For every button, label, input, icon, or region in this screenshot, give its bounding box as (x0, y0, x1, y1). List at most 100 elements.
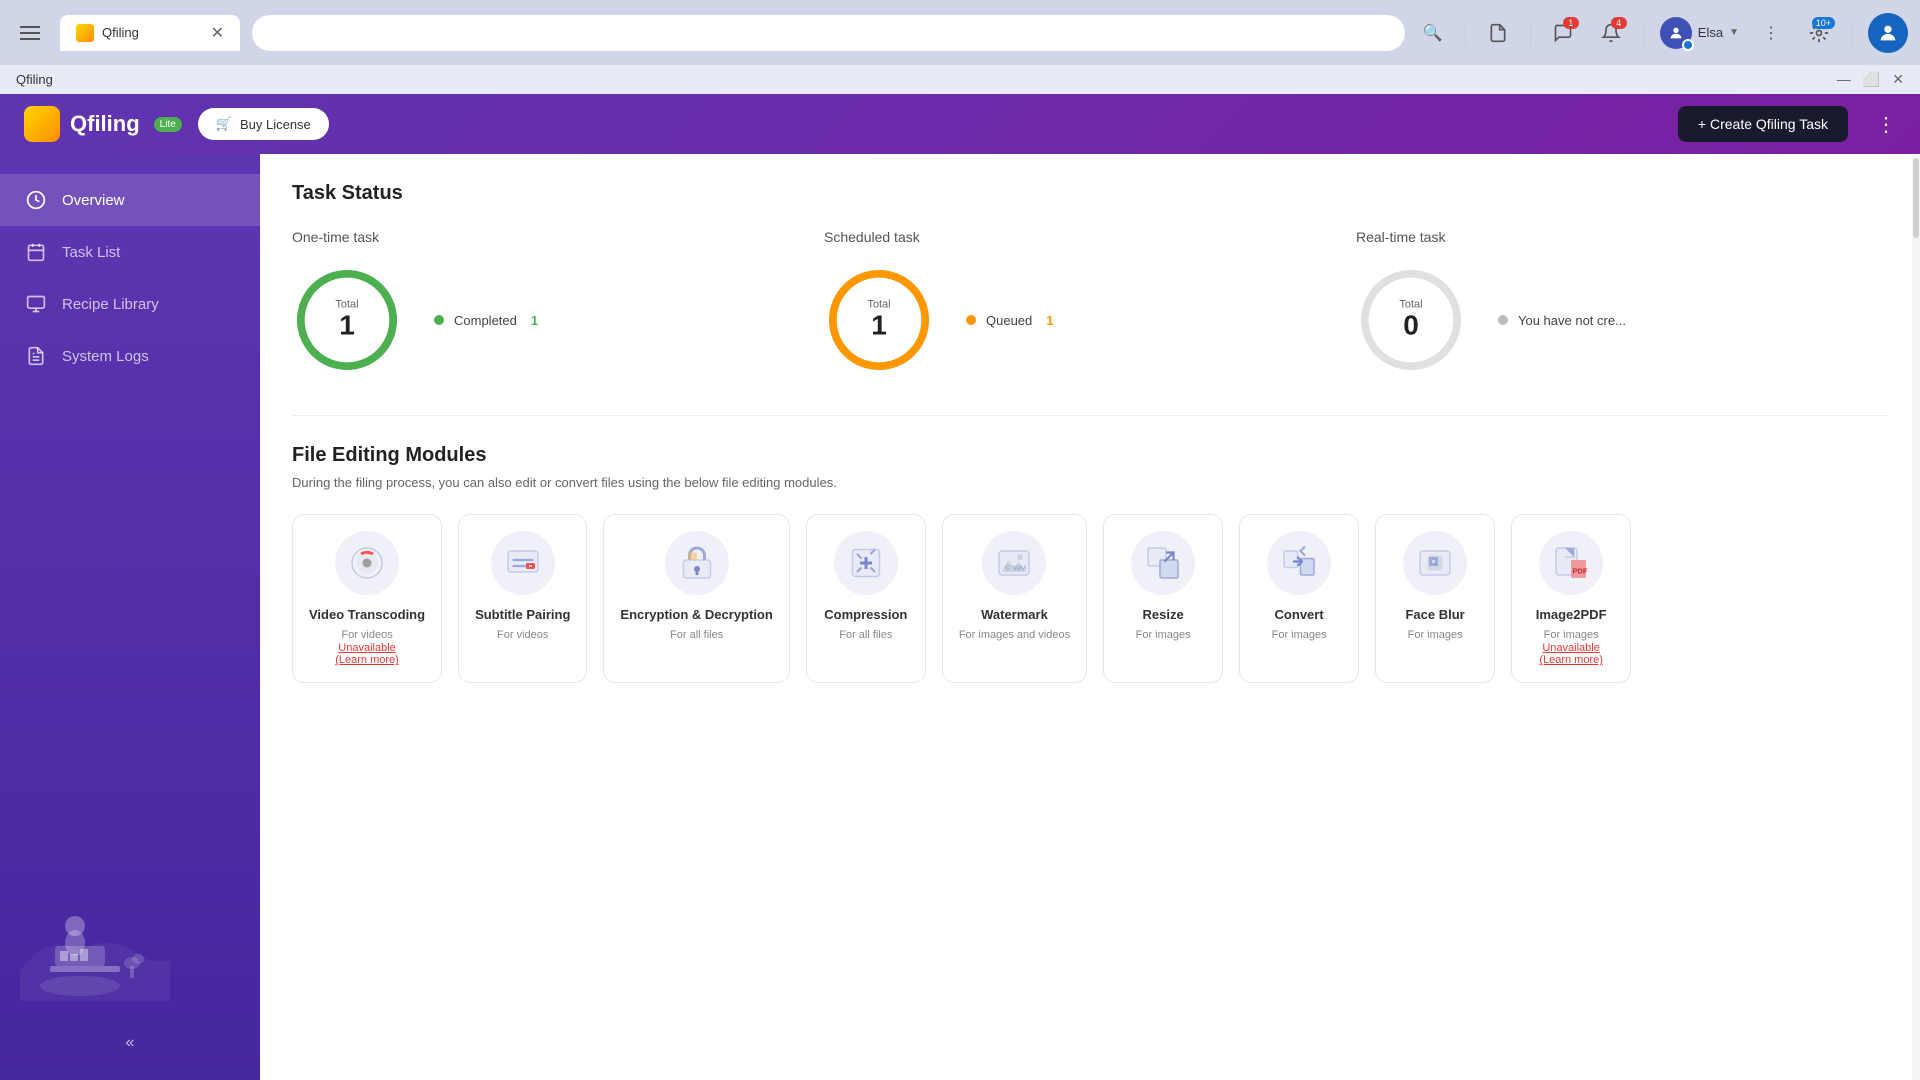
extensions-icon[interactable]: 10+ (1803, 17, 1835, 49)
search-icon[interactable]: 🔍 (1417, 17, 1449, 49)
buy-license-button[interactable]: 🛒 Buy License (198, 108, 329, 140)
video-transcoding-name: Video Transcoding (309, 607, 425, 624)
scheduled-task-label: Scheduled task (824, 229, 920, 245)
image2pdf-unavailable[interactable]: Unavailable(Learn more) (1539, 642, 1603, 666)
completed-dot (434, 315, 444, 325)
maximize-button[interactable]: ⬜ (1863, 71, 1880, 88)
user-area[interactable]: Elsa ▼ (1660, 17, 1739, 49)
bell-badge: 4 (1611, 17, 1627, 29)
video-transcoding-unavailable[interactable]: Unavailable(Learn more) (335, 642, 399, 666)
realtime-chart: Total 0 (1356, 265, 1466, 375)
module-image2pdf[interactable]: PDF Image2PDF For images Unavailable(Lea… (1511, 514, 1631, 683)
image2pdf-sub: For images (1544, 628, 1599, 642)
browser-tab[interactable]: Qfiling ✕ (60, 15, 240, 51)
realtime-total: Total 0 (1399, 299, 1422, 342)
subtitle-pairing-icon (491, 531, 555, 595)
realtime-task-label: Real-time task (1356, 229, 1445, 245)
one-time-task-column: One-time task Total 1 (292, 229, 824, 375)
module-convert[interactable]: Convert For images (1239, 514, 1359, 683)
not-created-label: You have not cre... (1518, 313, 1626, 328)
watermark-name: Watermark (981, 607, 1048, 624)
module-compression[interactable]: Compression For all files (806, 514, 926, 683)
realtime-total-num: 0 (1399, 311, 1422, 342)
module-face-blur[interactable]: Face Blur For images (1375, 514, 1495, 683)
convert-name: Convert (1275, 607, 1324, 624)
module-encryption[interactable]: Encryption & Decryption For all files (603, 514, 789, 683)
system-logs-icon (24, 344, 48, 368)
subtitle-pairing-sub: For videos (497, 628, 548, 642)
sidebar-item-overview[interactable]: Overview (0, 174, 260, 226)
message-icon[interactable]: 1 (1547, 17, 1579, 49)
module-watermark[interactable]: © WM Watermark For images and videos (942, 514, 1087, 683)
resize-icon (1131, 531, 1195, 595)
bell-icon[interactable]: 4 (1595, 17, 1627, 49)
sidebar-overview-label: Overview (62, 192, 125, 209)
app-logo: Qfiling Lite (24, 106, 182, 142)
compression-sub: For all files (839, 628, 892, 642)
avatar-badge (1682, 39, 1694, 51)
user-name: Elsa (1698, 25, 1723, 40)
close-button[interactable]: ✕ (1892, 71, 1904, 88)
browser-actions: 🔍 1 4 Elsa ▼ ⋮ 10+ (1417, 13, 1908, 53)
module-subtitle-pairing[interactable]: Subtitle Pairing For videos (458, 514, 587, 683)
tab-title: Qfiling (102, 25, 139, 40)
legend-completed: Completed 1 (434, 313, 538, 328)
collapse-icon: « (126, 1034, 135, 1052)
sidebar: Overview Task List Recipe Library System… (0, 154, 260, 1080)
completed-count: 1 (531, 313, 538, 328)
sidebar-item-task-list[interactable]: Task List (0, 226, 260, 278)
encryption-sub: For all files (670, 628, 723, 642)
tab-close-button[interactable]: ✕ (211, 23, 224, 43)
app-title-bar: Qfiling (16, 72, 53, 87)
queued-label: Queued (986, 313, 1032, 328)
profile-avatar[interactable] (1868, 13, 1908, 53)
buy-license-label: Buy License (240, 117, 311, 132)
app-body: Overview Task List Recipe Library System… (0, 154, 1920, 1080)
app-titlebar: Qfiling — ⬜ ✕ (0, 65, 1920, 94)
one-time-circle-area: Total 1 Completed 1 (292, 265, 538, 375)
sidebar-illustration (0, 871, 260, 1026)
app-window: Qfiling — ⬜ ✕ Qfiling Lite 🛒 Buy License… (0, 65, 1920, 1080)
browser-menu-button[interactable] (12, 18, 48, 48)
svg-text:PDF: PDF (1573, 567, 1588, 576)
create-task-label: + Create Qfiling Task (1698, 116, 1828, 132)
one-time-chart: Total 1 (292, 265, 402, 375)
encryption-icon (665, 531, 729, 595)
sidebar-recipe-label: Recipe Library (62, 296, 159, 313)
module-resize[interactable]: Resize For images (1103, 514, 1223, 683)
divider (1643, 21, 1644, 45)
sidebar-item-recipe-library[interactable]: Recipe Library (0, 278, 260, 330)
resize-name: Resize (1143, 607, 1184, 624)
browser-address-bar[interactable] (252, 15, 1405, 51)
minimize-button[interactable]: — (1837, 71, 1851, 88)
compression-name: Compression (824, 607, 907, 624)
compression-icon (834, 531, 898, 595)
app-name: Qfiling (70, 111, 140, 137)
scheduled-total-num: 1 (867, 311, 890, 342)
module-video-transcoding[interactable]: Video Transcoding For videos Unavailable… (292, 514, 442, 683)
sidebar-task-list-label: Task List (62, 244, 120, 261)
window-controls: — ⬜ ✕ (1837, 71, 1904, 88)
scrollbar[interactable] (1912, 154, 1920, 1080)
header-more-button[interactable]: ⋮ (1876, 112, 1896, 137)
sidebar-item-system-logs[interactable]: System Logs (0, 330, 260, 382)
one-time-total-num: 1 (335, 311, 358, 342)
browser-chrome: Qfiling ✕ 🔍 1 4 Elsa ▼ ⋮ 10+ (0, 0, 1920, 65)
collapse-sidebar-button[interactable]: « (0, 1026, 260, 1060)
one-time-total: Total 1 (335, 299, 358, 342)
more-options-icon[interactable]: ⋮ (1755, 17, 1787, 49)
docs-icon[interactable] (1482, 17, 1514, 49)
not-created-dot (1498, 315, 1508, 325)
task-status-title: Task Status (292, 182, 1888, 205)
app-header: Qfiling Lite 🛒 Buy License + Create Qfil… (0, 94, 1920, 154)
face-blur-icon (1403, 531, 1467, 595)
realtime-task-column: Real-time task Total 0 (1356, 229, 1888, 375)
main-content: Task Status One-time task (260, 154, 1920, 1080)
create-task-button[interactable]: + Create Qfiling Task (1678, 106, 1848, 142)
scrollbar-thumb[interactable] (1913, 158, 1919, 238)
divider (1851, 21, 1852, 45)
task-list-icon (24, 240, 48, 264)
scheduled-task-column: Scheduled task Total 1 (824, 229, 1356, 375)
face-blur-name: Face Blur (1405, 607, 1464, 624)
video-transcoding-sub: For videos (341, 628, 392, 642)
